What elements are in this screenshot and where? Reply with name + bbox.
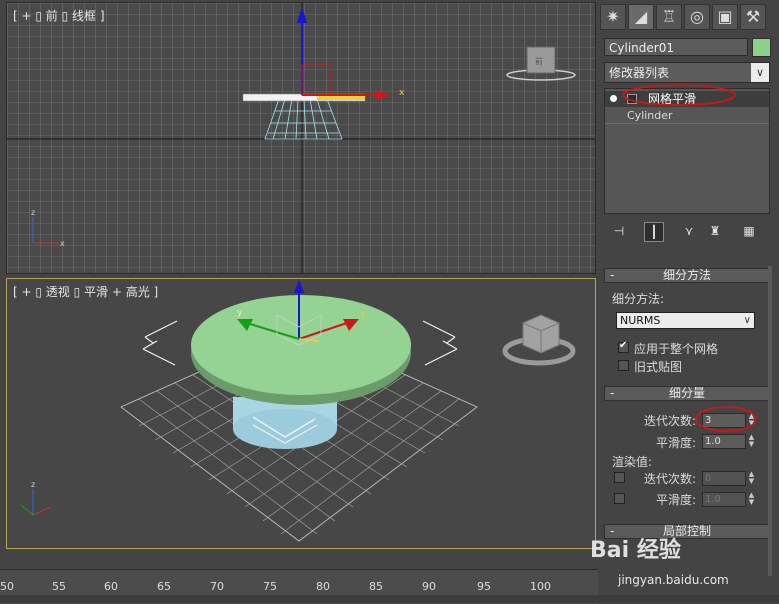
utilities-icon[interactable]: ⚒ <box>740 4 766 30</box>
render-smoothness-spinner[interactable]: 1.0 <box>702 492 746 507</box>
command-panel-tabs: ✷ ◢ ♖ ◎ ▣ ⚒ <box>598 0 779 34</box>
panel-scrollbar[interactable] <box>768 266 772 576</box>
object-color-swatch[interactable] <box>752 38 771 57</box>
svg-text:z: z <box>31 208 35 217</box>
apply-whole-mesh-checkbox[interactable] <box>618 340 629 353</box>
svg-text:z: z <box>31 480 35 489</box>
smoothness-spinner[interactable]: 1.0 <box>702 434 746 449</box>
smoothed-disc-object <box>191 295 411 405</box>
stack-toolbar: ⊣ ┃ ⋎ ♜ ▦ <box>604 222 772 242</box>
motion-icon[interactable]: ◎ <box>684 4 710 30</box>
chevron-down-icon: ∨ <box>743 315 751 326</box>
create-icon[interactable]: ✷ <box>600 4 626 30</box>
render-values-label: 渲染值: <box>612 455 653 469</box>
svg-text:x: x <box>60 239 65 248</box>
timeline-tick: 100 <box>530 580 551 593</box>
timeline-tick: 85 <box>369 580 383 593</box>
modifier-list-dropdown[interactable]: 修改器列表 ∨ <box>604 62 770 83</box>
perspective-viewcube-icon <box>502 314 576 366</box>
timeline-tick: 55 <box>52 580 66 593</box>
spinner-arrows-icon[interactable]: ▲ ▼ <box>747 434 756 449</box>
modify-icon[interactable]: ◢ <box>628 4 654 30</box>
subdivision-method-value: NURMS <box>620 314 661 327</box>
make-unique-icon[interactable]: ⋎ <box>680 222 698 240</box>
red-annotation-circle <box>622 84 736 106</box>
command-panel: ✷ ◢ ♖ ◎ ▣ ⚒ Cylinder01 修改器列表 ∨ 网格平滑 Cyli… <box>598 0 779 603</box>
old-style-mapping-checkbox[interactable] <box>618 360 629 371</box>
render-smoothness-checkbox[interactable] <box>614 493 625 504</box>
render-iterations-spinner[interactable]: 0 <box>702 471 746 486</box>
pin-stack-icon[interactable]: ⊣ <box>610 222 628 240</box>
show-end-result-icon[interactable]: ┃ <box>644 222 664 242</box>
spinner-arrows-icon[interactable]: ▲ ▼ <box>747 471 756 486</box>
remove-modifier-icon[interactable]: ♜ <box>706 222 724 240</box>
render-smoothness-label: 平滑度: <box>656 493 697 507</box>
smoothness-label: 平滑度: <box>656 436 697 450</box>
render-iterations-label: 迭代次数: <box>644 472 697 486</box>
spinner-arrows-icon[interactable]: ▲ ▼ <box>747 492 756 507</box>
timeline-tick: 50 <box>0 580 14 593</box>
subdivision-method-dropdown[interactable]: NURMS ∨ <box>616 312 755 329</box>
rollout-subdivision-amount-header[interactable]: - 细分量 <box>604 386 770 401</box>
timeline-tick: 80 <box>316 580 330 593</box>
timeline-tick: 90 <box>422 580 436 593</box>
modifier-list-label: 修改器列表 <box>609 66 670 80</box>
status-bar <box>0 595 779 603</box>
render-iterations-checkbox[interactable] <box>614 472 625 483</box>
old-style-mapping-label: 旧式贴图 <box>634 360 683 374</box>
timeline-tick: 60 <box>104 580 118 593</box>
timeline-tick: 75 <box>263 580 277 593</box>
iterations-label: 迭代次数: <box>644 414 697 428</box>
perspective-viewport-label[interactable]: [ + ▯ 透视 ▯ 平滑 + 高光 ] <box>13 283 158 300</box>
object-name-field[interactable]: Cylinder01 <box>604 38 748 56</box>
baidu-watermark: Bai 经验 <box>590 538 681 563</box>
modifier-stack: 网格平滑 Cylinder <box>604 84 770 214</box>
front-viewport-canvas: x 前 z x <box>7 3 595 273</box>
subdivision-method-label: 细分方法: <box>612 292 665 306</box>
red-annotation-circle <box>695 406 757 432</box>
perspective-axis-tripod-icon: z <box>20 480 52 516</box>
chevron-down-icon[interactable]: ∨ <box>751 63 769 82</box>
svg-text:前: 前 <box>535 56 543 66</box>
svg-text:x: x <box>399 88 405 98</box>
hierarchy-icon[interactable]: ♖ <box>656 4 682 30</box>
watermark-url: jingyan.baidu.com <box>618 573 729 587</box>
rollout-subdivision-method-header[interactable]: - 细分方法 <box>604 268 770 283</box>
front-viewport-label[interactable]: [ + ▯ 前 ▯ 线框 ] <box>13 7 105 24</box>
timeline-tick: 65 <box>157 580 171 593</box>
configure-sets-icon[interactable]: ▦ <box>740 222 758 240</box>
cylinder-base-object <box>233 397 337 449</box>
perspective-viewport[interactable]: y x z [ + ▯ 透视 ▯ 平滑 + 高光 ] <box>6 278 596 549</box>
front-viewport[interactable]: x 前 z x [ + ▯ 前 ▯ 线框 ] <box>6 2 596 274</box>
timeline-tick: 95 <box>477 580 491 593</box>
timeline-tick: 70 <box>210 580 224 593</box>
display-icon[interactable]: ▣ <box>712 4 738 30</box>
svg-text:y: y <box>237 308 243 318</box>
apply-whole-mesh-label: 应用于整个网格 <box>634 342 719 356</box>
perspective-viewport-canvas: y x z <box>20 279 576 542</box>
svg-text:x: x <box>360 310 366 320</box>
